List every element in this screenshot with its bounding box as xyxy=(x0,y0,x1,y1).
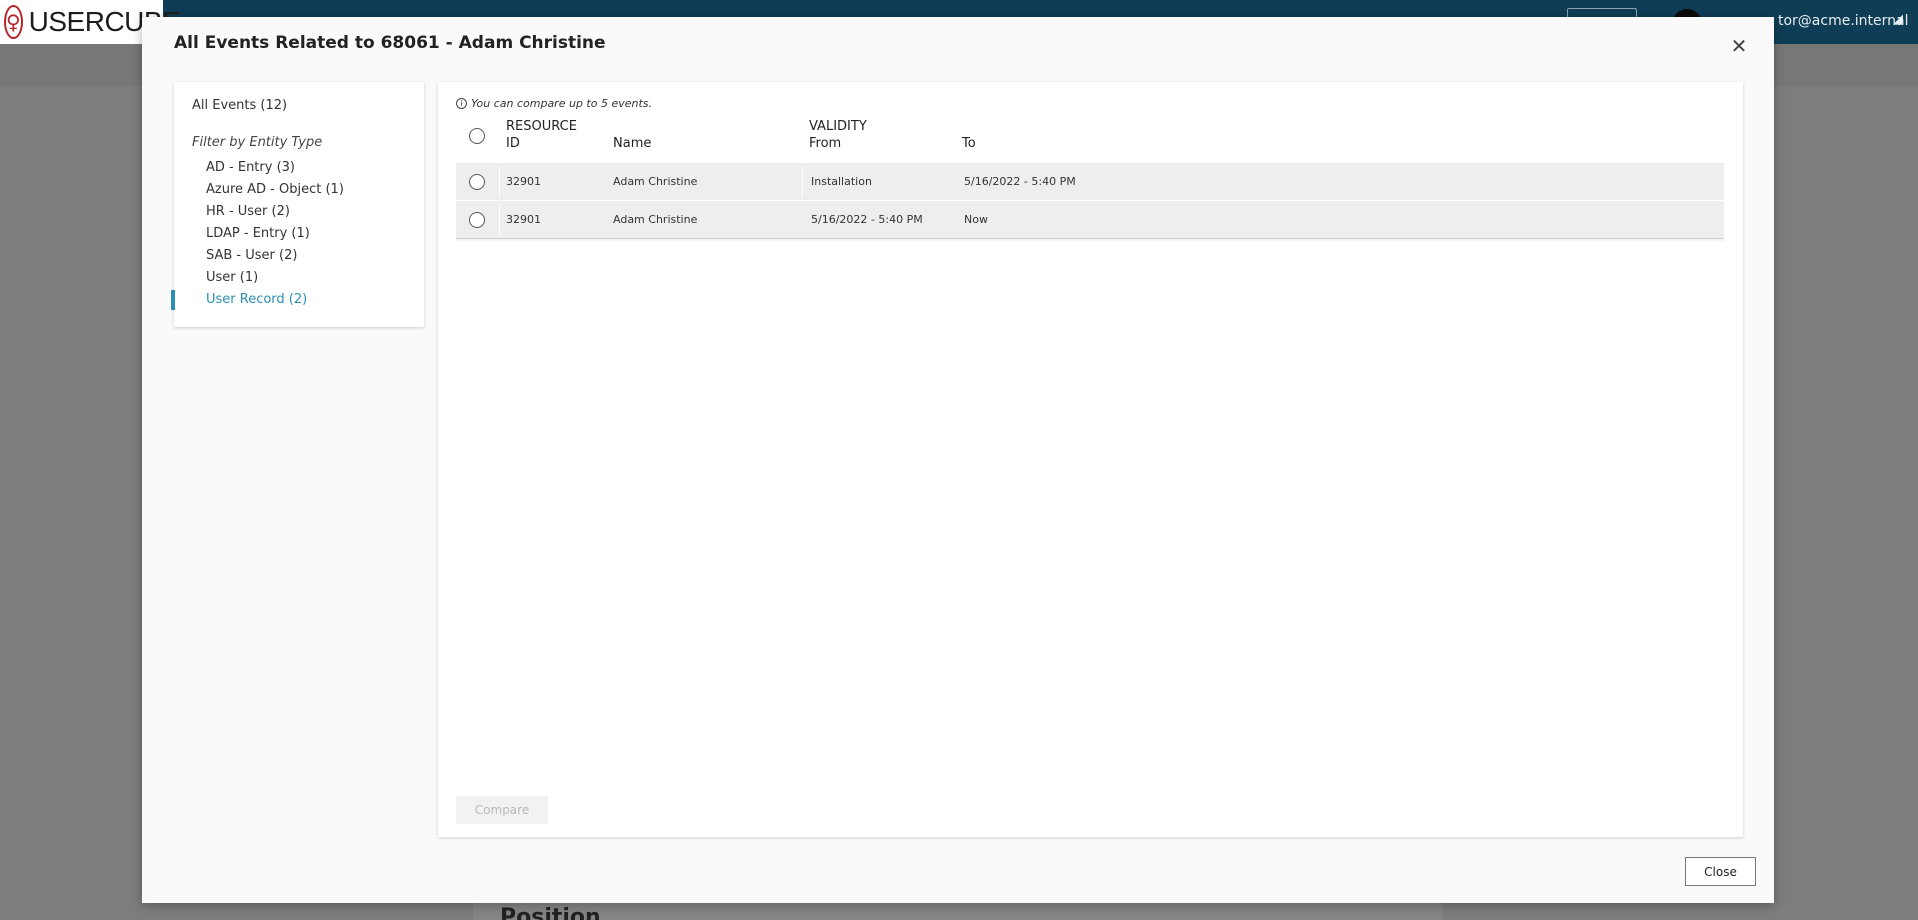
compare-button[interactable]: Compare xyxy=(456,796,548,824)
cell-name: Adam Christine xyxy=(613,213,698,226)
user-menu-caret-icon[interactable]: ◢ xyxy=(1893,12,1903,27)
page-heading: Position xyxy=(500,905,601,920)
filter-list: AD - Entry (3) Azure AD - Object (1) HR … xyxy=(171,157,424,311)
filter-item-azure-ad-object[interactable]: Azure AD - Object (1) xyxy=(174,179,424,201)
table-row[interactable]: 32901 Adam Christine 5/16/2022 - 5:40 PM… xyxy=(456,200,1724,238)
column-divider xyxy=(499,167,500,197)
row-select-radio[interactable] xyxy=(469,212,485,228)
row-select-radio[interactable] xyxy=(469,174,485,190)
filter-item-user[interactable]: User (1) xyxy=(174,267,424,289)
filter-heading: Filter by Entity Type xyxy=(192,135,323,150)
filter-item-user-record[interactable]: User Record (2) xyxy=(171,289,424,311)
filter-item-ldap-entry[interactable]: LDAP - Entry (1) xyxy=(174,223,424,245)
col-header-from: From xyxy=(809,136,842,151)
column-divider xyxy=(499,205,500,235)
close-button[interactable]: Close xyxy=(1685,857,1756,886)
modal-title: All Events Related to 68061 - Adam Chris… xyxy=(174,33,606,53)
filter-item-hr-user[interactable]: HR - User (2) xyxy=(174,201,424,223)
table-row[interactable]: 32901 Adam Christine Installation 5/16/2… xyxy=(456,162,1724,200)
table-header: RESOURCE ID Name VALIDITY From To xyxy=(456,118,1724,162)
filter-item-sab-user[interactable]: SAB - User (2) xyxy=(174,245,424,267)
col-header-validity-label: VALIDITY xyxy=(809,119,867,134)
col-header-name: Name xyxy=(613,136,652,151)
events-table: RESOURCE ID Name VALIDITY From To 32901 … xyxy=(456,118,1724,239)
col-header-resource-line2: ID xyxy=(506,136,520,151)
events-modal: All Events Related to 68061 - Adam Chris… xyxy=(142,17,1774,903)
col-header-resource-line1: RESOURCE xyxy=(506,119,577,134)
col-header-resource-id: RESOURCE ID xyxy=(506,118,577,152)
col-header-to: To xyxy=(962,136,976,151)
cell-to: 5/16/2022 - 5:40 PM xyxy=(964,175,1076,188)
close-icon[interactable]: ✕ xyxy=(1726,33,1752,59)
filter-panel: All Events (12) Filter by Entity Type AD… xyxy=(171,82,424,327)
compare-info: i You can compare up to 5 events. xyxy=(456,97,652,110)
filter-item-ad-entry[interactable]: AD - Entry (3) xyxy=(174,157,424,179)
col-header-validity: VALIDITY From xyxy=(809,118,867,152)
cell-resource-id: 32901 xyxy=(506,213,541,226)
usercube-logo-icon: ♀ xyxy=(4,5,23,39)
cell-resource-id: 32901 xyxy=(506,175,541,188)
column-divider xyxy=(802,167,803,197)
cell-to: Now xyxy=(964,213,988,226)
user-email[interactable]: tor@acme.internal xyxy=(1778,13,1909,29)
events-panel: i You can compare up to 5 events. RESOUR… xyxy=(438,82,1743,837)
cell-from: 5/16/2022 - 5:40 PM xyxy=(811,213,923,226)
filter-all-events[interactable]: All Events (12) xyxy=(192,98,287,113)
info-icon: i xyxy=(456,98,467,109)
app-logo[interactable]: ♀ USERCUBE xyxy=(0,0,181,44)
cell-from: Installation xyxy=(811,175,872,188)
compare-info-text: You can compare up to 5 events. xyxy=(471,97,653,110)
select-all-radio[interactable] xyxy=(469,128,485,144)
cell-name: Adam Christine xyxy=(613,175,698,188)
